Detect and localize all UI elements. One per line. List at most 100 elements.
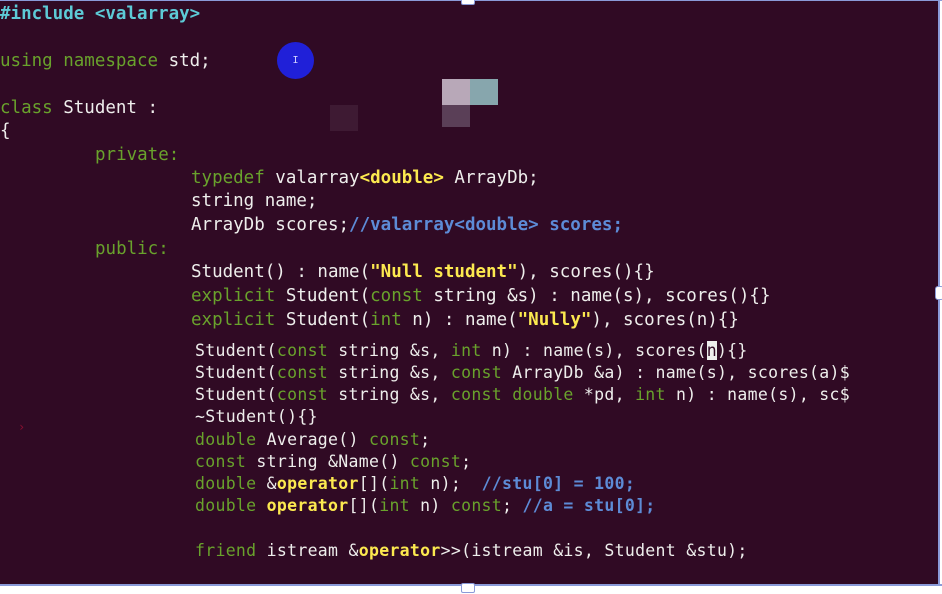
- code-token: ArrayDb &a) : name(s), scores(a)$: [512, 363, 850, 382]
- text-cursor: n: [706, 341, 717, 360]
- code-line: Student(const string &s, const ArrayDb &…: [195, 362, 850, 384]
- code-line: const string &Name() const;: [195, 451, 471, 473]
- code-line: Student(const string &s, int n) : name(s…: [195, 340, 748, 362]
- resize-handle-bottom[interactable]: [461, 583, 475, 593]
- code-token: ), scores(){}: [517, 262, 655, 282]
- code-token: n): [420, 496, 451, 515]
- code-token: "Nully": [517, 310, 592, 330]
- code-line: friend istream &operator>>(istream &is, …: [195, 540, 748, 562]
- code-token: >>(istream &is, Student &stu);: [440, 541, 748, 560]
- code-token: //valarray<double> scores;: [349, 215, 623, 235]
- code-token: n) : name(s), scores(: [491, 341, 707, 360]
- code-token: Student :: [63, 98, 159, 118]
- code-token: //stu[0] = 100;: [481, 474, 636, 493]
- code-token: Average(): [266, 430, 369, 449]
- code-token: string &s) : name(s), scores(){}: [433, 286, 771, 306]
- code-token: int: [370, 310, 413, 330]
- code-token: string &Name(): [256, 452, 410, 471]
- code-line: typedef valarray<double> ArrayDb;: [191, 167, 539, 189]
- code-line: string name;: [191, 190, 317, 212]
- code-line: class Student :: [0, 97, 158, 119]
- code-line: ~Student(){}: [195, 406, 318, 428]
- code-line: private:: [95, 144, 179, 166]
- code-token: const double: [450, 385, 584, 404]
- code-token: ){}: [716, 341, 748, 360]
- code-token: //a = stu[0];: [522, 496, 656, 515]
- mouse-cursor-indicator: I: [277, 42, 314, 79]
- code-token: "Null student": [370, 262, 518, 282]
- code-line: double operator[](int n) const; //a = st…: [195, 495, 656, 517]
- code-token: const: [370, 286, 434, 306]
- code-token: istream &: [266, 541, 359, 560]
- code-token: private:: [95, 145, 180, 165]
- code-token: ArrayDb;: [443, 168, 539, 188]
- code-token: operator: [266, 496, 349, 515]
- code-token: int: [450, 341, 492, 360]
- code-token: ;: [461, 452, 472, 471]
- code-token: ArrayDb scores;: [191, 215, 350, 235]
- code-line: using namespace std;: [0, 50, 211, 72]
- resize-handle-top[interactable]: [461, 0, 475, 5]
- code-token: const: [450, 363, 513, 382]
- code-token: const: [450, 496, 503, 515]
- code-line: #include <valarray>: [0, 3, 200, 25]
- code-token: Student() : name(: [191, 262, 371, 282]
- code-line: double &operator[](int n); //stu[0] = 10…: [195, 473, 635, 495]
- code-token: explicit: [191, 286, 286, 306]
- code-line: Student(const string &s, const double *p…: [195, 384, 850, 406]
- code-token: operator: [358, 541, 441, 560]
- code-token: double: [195, 430, 267, 449]
- code-token: string &s,: [338, 385, 451, 404]
- code-token: explicit: [191, 310, 286, 330]
- pixelated-region: [330, 105, 358, 131]
- code-token: using namespace: [0, 51, 169, 71]
- code-token: Student(: [195, 385, 277, 404]
- code-token: {: [0, 121, 11, 141]
- code-token: const: [276, 341, 339, 360]
- code-token: ;: [502, 496, 523, 515]
- code-token: [](: [358, 474, 390, 493]
- code-token: const: [195, 452, 257, 471]
- code-token: std;: [168, 51, 211, 71]
- code-token: <double>: [359, 168, 444, 188]
- code-token: const: [276, 363, 339, 382]
- code-token: public:: [95, 239, 169, 259]
- code-token: *pd,: [583, 385, 636, 404]
- code-token: int: [379, 496, 421, 515]
- code-token: n) : name(s), sc$: [676, 385, 850, 404]
- code-token: #include <valarray>: [0, 4, 201, 24]
- code-token: string name;: [191, 191, 318, 211]
- code-token: const: [276, 385, 339, 404]
- code-token: Student(: [195, 363, 277, 382]
- code-token: friend: [195, 541, 267, 560]
- code-token: n);: [430, 474, 482, 493]
- pixelated-region: [442, 105, 470, 127]
- code-token: int: [389, 474, 431, 493]
- code-line: explicit Student(int n) : name("Nully"),…: [191, 309, 739, 331]
- code-token: typedef: [191, 168, 276, 188]
- code-line: public:: [95, 238, 169, 260]
- code-token: int: [635, 385, 677, 404]
- code-token: [](: [348, 496, 380, 515]
- code-token: const: [409, 452, 462, 471]
- code-token: ;: [420, 430, 431, 449]
- code-token: string &s,: [338, 363, 451, 382]
- code-token: class: [0, 98, 64, 118]
- pixelated-region: [470, 79, 498, 105]
- code-line: double Average() const;: [195, 429, 430, 451]
- code-token: Student(: [285, 286, 371, 306]
- resize-handle-right[interactable]: [935, 286, 942, 300]
- code-line: {: [0, 120, 11, 142]
- code-token: double: [195, 474, 267, 493]
- code-token: Student(: [285, 310, 371, 330]
- code-token: const: [368, 430, 421, 449]
- pixelated-region: [442, 79, 470, 105]
- code-token: ~Student(){}: [195, 407, 318, 426]
- code-token: Student(: [195, 341, 277, 360]
- code-token: valarray: [275, 168, 360, 188]
- code-token: &: [266, 474, 277, 493]
- artifact-mark: ›: [18, 420, 26, 434]
- code-token: double: [195, 496, 267, 515]
- code-token: n) : name(: [412, 310, 518, 330]
- code-token: ), scores(n){}: [591, 310, 739, 330]
